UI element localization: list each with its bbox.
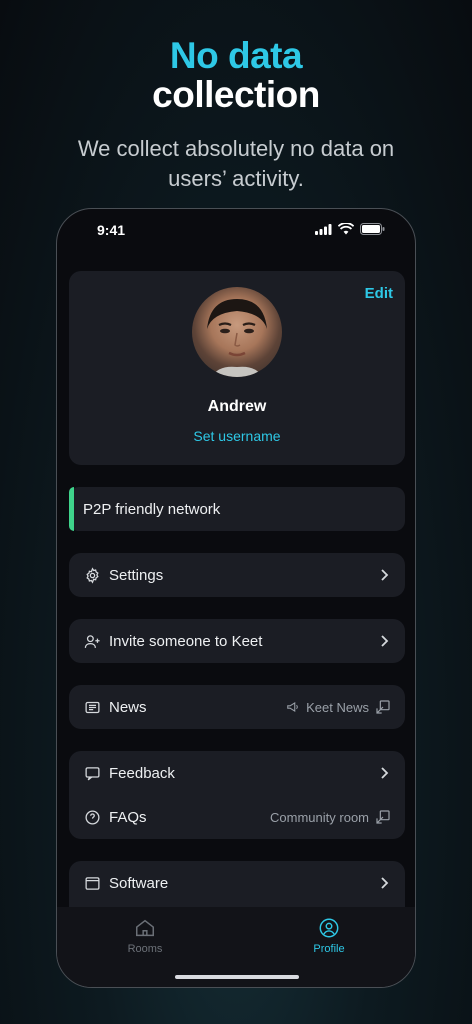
p2p-banner: P2P friendly network xyxy=(69,487,405,531)
tab-profile-label: Profile xyxy=(313,943,345,955)
tab-rooms-label: Rooms xyxy=(127,943,163,955)
megaphone-icon xyxy=(287,701,298,713)
p2p-banner-label: P2P friendly network xyxy=(83,500,221,518)
chevron-right-icon xyxy=(381,635,389,647)
news-link-label: Keet News xyxy=(306,699,369,715)
software-label: Software xyxy=(109,874,169,892)
community-room-link[interactable]: Community room xyxy=(270,809,391,825)
settings-label: Settings xyxy=(109,566,164,584)
chevron-right-icon xyxy=(381,569,389,581)
wifi-icon xyxy=(338,223,354,235)
add-user-icon xyxy=(83,632,101,650)
news-row[interactable]: News Keet News xyxy=(69,685,405,729)
question-icon xyxy=(83,808,101,826)
faqs-label: FAQs xyxy=(109,808,147,826)
headline-line-1: No data xyxy=(169,35,303,76)
phone-frame: 9:41 Edit Andrew Set username P2P friend… xyxy=(56,208,416,988)
edit-button[interactable]: Edit xyxy=(365,285,393,302)
external-link-icon xyxy=(376,810,390,824)
tab-rooms[interactable]: Rooms xyxy=(95,917,195,955)
invite-label: Invite someone to Keet xyxy=(109,632,263,650)
home-indicator[interactable] xyxy=(175,975,299,979)
external-link-icon xyxy=(376,700,390,714)
tab-profile[interactable]: Profile xyxy=(279,917,379,955)
status-bar: 9:41 xyxy=(57,209,415,253)
set-username-link[interactable]: Set username xyxy=(69,428,405,444)
news-label: News xyxy=(109,698,147,716)
home-icon xyxy=(136,919,154,937)
status-icons xyxy=(315,223,385,235)
window-icon xyxy=(83,874,101,892)
status-time: 9:41 xyxy=(97,222,126,238)
community-room-label: Community room xyxy=(270,809,369,825)
settings-row[interactable]: Settings xyxy=(69,553,405,597)
page-subtitle: We collect absolutely no data on users’ … xyxy=(77,136,395,191)
profile-name: Andrew xyxy=(207,398,267,415)
avatar[interactable] xyxy=(192,287,282,377)
chevron-right-icon xyxy=(381,767,389,779)
headline-line-2: collection xyxy=(152,74,320,115)
signal-icon xyxy=(315,223,332,235)
chat-bubble-icon xyxy=(83,764,101,782)
news-link[interactable]: Keet News xyxy=(286,699,391,715)
faqs-row[interactable]: FAQs Community room xyxy=(69,795,405,839)
software-row[interactable]: Software xyxy=(69,861,405,905)
feedback-row[interactable]: Feedback xyxy=(69,751,405,795)
invite-row[interactable]: Invite someone to Keet xyxy=(69,619,405,663)
newspaper-icon xyxy=(83,698,101,716)
chevron-right-icon xyxy=(381,877,389,889)
profile-card: Edit Andrew Set username xyxy=(69,271,405,465)
battery-icon xyxy=(360,223,385,235)
page-headline: No data collection xyxy=(0,36,472,114)
profile-icon xyxy=(319,918,339,938)
tab-bar: Rooms Profile xyxy=(57,907,415,987)
feedback-label: Feedback xyxy=(109,764,175,782)
gear-icon xyxy=(83,566,101,584)
